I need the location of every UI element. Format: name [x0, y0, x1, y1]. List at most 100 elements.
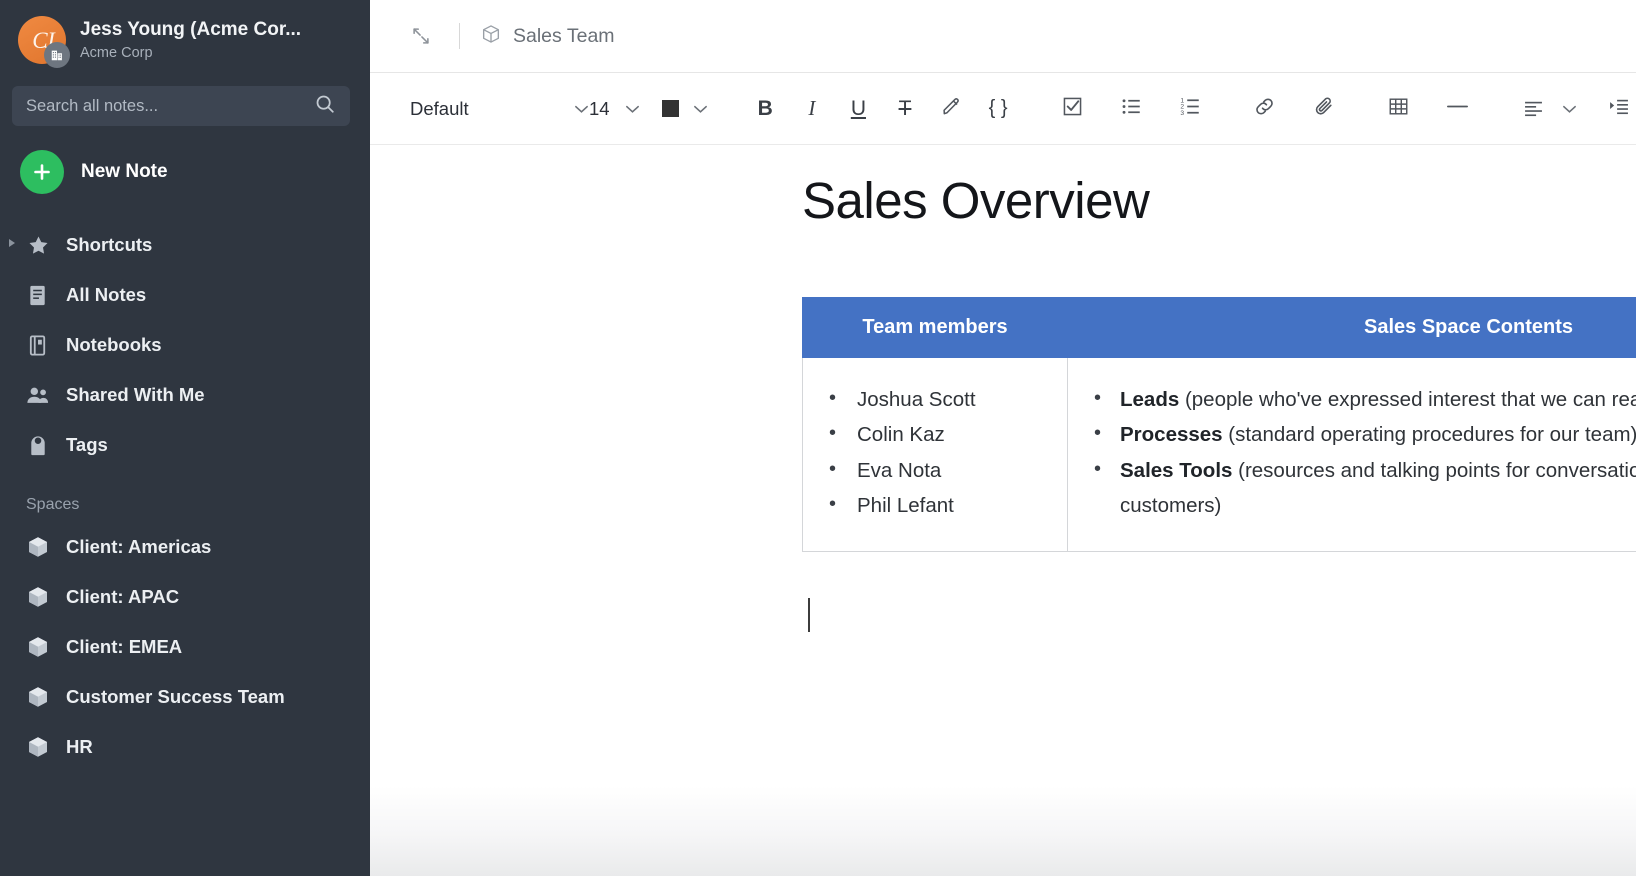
highlight-button[interactable] [935, 89, 969, 129]
alignment-select[interactable] [1515, 89, 1577, 129]
list-item: Processes (standard operating procedures… [1086, 416, 1636, 452]
underline-button[interactable]: U [842, 89, 876, 129]
cube-icon [26, 685, 50, 709]
new-note-label: New Note [81, 161, 168, 182]
strikethrough-button[interactable]: T [888, 89, 922, 129]
checklist-button[interactable] [1055, 89, 1089, 129]
account-switcher[interactable]: CJ Jess Young (Acme Cor... Acme Corp [0, 0, 370, 74]
font-size-value: 14 [589, 97, 610, 119]
table-header-space-contents: Sales Space Contents [1067, 297, 1636, 359]
bulleted-list-button[interactable] [1115, 89, 1149, 129]
list-item: Sales Tools (resources and talking point… [1086, 452, 1636, 524]
color-swatch [662, 100, 680, 117]
font-size-select[interactable]: 14 [589, 98, 640, 120]
sidebar-space-client-americas[interactable]: Client: Americas [0, 522, 370, 572]
avatar[interactable]: CJ [18, 16, 70, 68]
sidebar-item-label: Shared With Me [66, 384, 205, 405]
sidebar-item-shared-with-me[interactable]: Shared With Me [0, 370, 370, 420]
table-row: Joshua Scott Colin Kaz Eva Nota Phil Lef… [802, 357, 1636, 553]
attachment-button[interactable] [1307, 89, 1341, 129]
spaces-section-header: Spaces [26, 496, 80, 513]
building-icon [44, 42, 70, 68]
sidebar-item-label: All Notes [66, 284, 147, 305]
font-family-value: Default [410, 97, 469, 119]
sidebar-space-label: Client: EMEA [66, 636, 183, 657]
cube-outline-icon [480, 23, 502, 50]
list-item: Colin Kaz [821, 416, 1049, 452]
tag-icon [26, 434, 50, 457]
cube-icon [26, 635, 50, 659]
list-item: Eva Nota [821, 452, 1049, 488]
note-table: Team members Sales Space Contents Joshua… [802, 297, 1636, 553]
table-header-team-members: Team members [802, 297, 1068, 359]
collapse-arrows-icon[interactable] [402, 16, 439, 56]
cube-icon [26, 535, 50, 559]
list-item-desc: (standard operating procedures for our t… [1222, 423, 1636, 447]
bold-button[interactable]: B [748, 89, 782, 129]
sidebar-space-customer-success-team[interactable]: Customer Success Team [0, 672, 370, 722]
chevron-down-icon [615, 104, 640, 114]
numbered-list-button[interactable]: 1 2 3 [1174, 89, 1208, 129]
paperclip-icon [1313, 95, 1336, 123]
sidebar-nav: Shortcuts All Notes Notebooks Shared Wit… [0, 216, 370, 772]
horizontal-rule-button[interactable] [1441, 89, 1475, 129]
formatting-toolbar: Default 14 B I U T {} 1 2 3 [370, 73, 1636, 145]
table-cell-team-members[interactable]: Joshua Scott Colin Kaz Eva Nota Phil Lef… [802, 357, 1068, 553]
numbered-list-icon: 1 2 3 [1179, 95, 1202, 123]
sidebar: CJ Jess Young (Acme Cor... Acme Corp Sea… [0, 0, 370, 876]
sidebar-item-label: Shortcuts [66, 234, 153, 255]
sidebar-item-label: Tags [66, 434, 108, 455]
sidebar-item-label: Notebooks [66, 334, 162, 355]
breadcrumb[interactable]: Sales Team [480, 23, 615, 50]
chevron-down-icon [683, 104, 708, 114]
cube-icon [26, 585, 50, 609]
sidebar-space-client-apac[interactable]: Client: APAC [0, 572, 370, 622]
indent-button[interactable] [1602, 89, 1636, 129]
sidebar-space-client-emea[interactable]: Client: EMEA [0, 622, 370, 672]
table-icon [1387, 95, 1410, 123]
sidebar-item-notebooks[interactable]: Notebooks [0, 320, 370, 370]
topbar-divider [459, 23, 460, 49]
font-family-select[interactable]: Default [410, 98, 589, 120]
sidebar-space-hr[interactable]: HR [0, 722, 370, 772]
app-window: CJ Jess Young (Acme Cor... Acme Corp Sea… [0, 0, 1636, 876]
horizontal-rule-icon [1445, 95, 1470, 123]
breadcrumb-space-name: Sales Team [513, 24, 615, 47]
list-item: Leads (people who've expressed interest … [1086, 381, 1636, 417]
list-item-desc: (people who've expressed interest that w… [1184, 388, 1636, 412]
search-box[interactable] [12, 86, 350, 126]
bullet-list-icon [1120, 95, 1143, 123]
table-cell-space-contents[interactable]: Leads (people who've expressed interest … [1067, 357, 1636, 553]
plus-icon [20, 150, 64, 194]
sidebar-item-shortcuts[interactable]: Shortcuts [0, 220, 370, 270]
link-icon [1253, 95, 1276, 123]
table-header: Team members Sales Space Contents [802, 297, 1636, 359]
note-editor[interactable]: Sales Overview Team members Sales Space … [370, 145, 1636, 876]
svg-text:3: 3 [1181, 109, 1185, 116]
star-icon [26, 234, 50, 257]
chevron-right-icon[interactable] [7, 236, 17, 254]
sidebar-item-tags[interactable]: Tags [0, 420, 370, 470]
sidebar-item-all-notes[interactable]: All Notes [0, 270, 370, 320]
search-input[interactable] [26, 96, 314, 116]
code-button[interactable]: { } [981, 89, 1015, 129]
page-title: Sales Overview [802, 172, 1150, 229]
text-cursor [808, 598, 810, 633]
list-item-term: Processes [1120, 423, 1223, 447]
list-item-term: Leads [1120, 388, 1180, 412]
checkbox-icon [1061, 95, 1084, 123]
sidebar-space-label: Client: APAC [66, 586, 180, 607]
table-body: Joshua Scott Colin Kaz Eva Nota Phil Lef… [802, 357, 1636, 553]
link-button[interactable] [1248, 89, 1282, 129]
table-button[interactable] [1381, 89, 1415, 129]
chevron-down-icon [564, 104, 589, 114]
sidebar-space-label: Client: Americas [66, 536, 212, 557]
account-org: Acme Corp [80, 44, 153, 61]
search-icon [314, 93, 336, 120]
italic-button[interactable]: I [795, 89, 829, 129]
font-color-select[interactable] [662, 100, 708, 117]
cube-icon [26, 735, 50, 759]
new-note-button[interactable]: New Note [0, 126, 370, 216]
highlighter-icon [940, 95, 963, 123]
notebook-icon [26, 334, 50, 357]
